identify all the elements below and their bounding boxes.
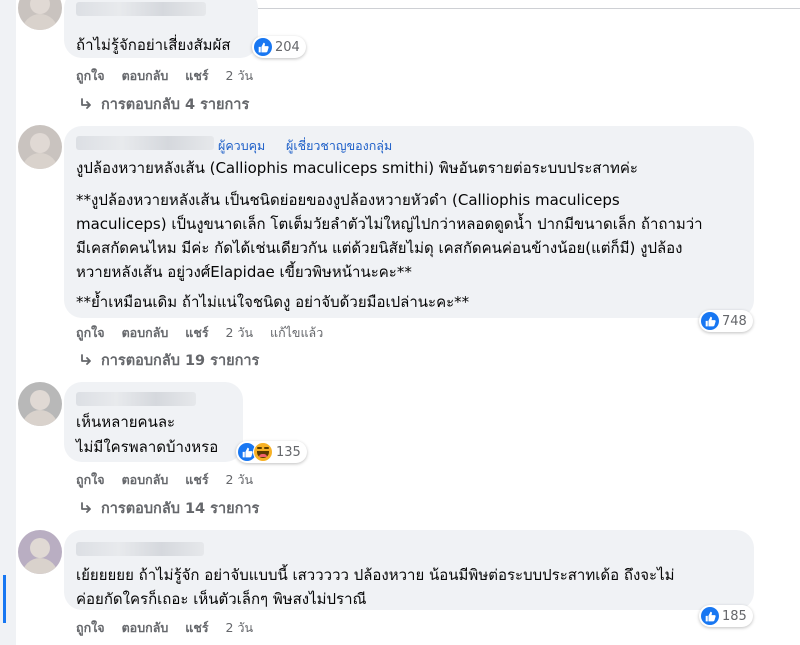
share-button[interactable]: แชร์	[185, 620, 208, 635]
author-name-blurred[interactable]	[76, 2, 206, 16]
timestamp[interactable]: 2 วัน	[226, 325, 254, 340]
avatar[interactable]	[18, 125, 62, 169]
reaction-summary[interactable]: 204	[252, 36, 306, 58]
scrollbar-accent[interactable]	[3, 575, 6, 623]
comment-text-line: เย้ยยยยย ถ้าไม่รู้จัก อย่าจับแบบนี้ เสวว…	[76, 566, 675, 584]
comment-text-line: หวายหลังเส้น อยู่วงศ์Elapidae เขี้ยวพิษห…	[76, 263, 412, 281]
haha-icon	[253, 442, 273, 462]
share-button[interactable]: แชร์	[185, 472, 208, 487]
moderator-badge[interactable]: ผู้ควบคุม	[218, 136, 265, 156]
like-button[interactable]: ถูกใจ	[76, 325, 105, 340]
author-name-blurred[interactable]	[76, 542, 204, 556]
left-panel-strip	[0, 0, 16, 645]
share-button[interactable]: แชร์	[185, 68, 208, 83]
reaction-summary[interactable]: 135	[236, 441, 307, 463]
comment-actions: ถูกใจ ตอบกลับ แชร์ 2 วัน แก้ไขแล้ว	[76, 323, 336, 343]
comment-text-line: เห็นหลายคนละ	[76, 413, 176, 431]
reply-button[interactable]: ตอบกลับ	[122, 620, 169, 635]
edited-label: แก้ไขแล้ว	[270, 325, 324, 340]
reaction-count: 185	[722, 608, 747, 624]
reply-arrow-icon	[81, 97, 91, 109]
comment-text-line: งูปล้องหวายหลังเส้น (Calliophis maculice…	[76, 159, 638, 177]
replies-label: การตอบกลับ 4 รายการ	[101, 97, 250, 113]
like-icon	[701, 607, 719, 625]
comment-text-line: maculiceps) เป็นงูขนาดเล็ก โตเต็มวัยลำตั…	[76, 215, 703, 233]
author-name-blurred[interactable]	[76, 392, 196, 406]
avatar[interactable]	[18, 530, 62, 574]
top-divider	[256, 0, 800, 9]
reaction-summary[interactable]: 748	[699, 310, 753, 332]
comment-text-line: ค่อยกัดใครก็เถอะ เห็นตัวเล็กๆ พิษสงไม่ปร…	[76, 590, 367, 608]
like-icon	[701, 312, 719, 330]
share-button[interactable]: แชร์	[185, 325, 208, 340]
replies-label: การตอบกลับ 19 รายการ	[101, 353, 260, 369]
reply-button[interactable]: ตอบกลับ	[122, 68, 169, 83]
reply-arrow-icon	[81, 353, 91, 365]
timestamp[interactable]: 2 วัน	[226, 68, 254, 83]
replies-label: การตอบกลับ 14 รายการ	[101, 501, 260, 517]
comment-text-line: มีเคสกัดคนไหม มีค่ะ กัดได้เช่นเดียวกัน แ…	[76, 239, 683, 257]
group-expert-badge[interactable]: ผู้เชี่ยวชาญของกลุ่ม	[286, 136, 392, 156]
avatar[interactable]	[18, 0, 62, 30]
reaction-count: 204	[275, 39, 300, 55]
view-replies-link[interactable]: การตอบกลับ 4 รายการ	[80, 93, 249, 116]
comment-text-line: ไม่มีใครพลาดบ้างหรอ	[76, 438, 219, 456]
reply-button[interactable]: ตอบกลับ	[122, 325, 169, 340]
reply-button[interactable]: ตอบกลับ	[122, 472, 169, 487]
like-button[interactable]: ถูกใจ	[76, 620, 105, 635]
reaction-count: 135	[276, 444, 301, 460]
reaction-count: 748	[722, 313, 747, 329]
avatar[interactable]	[18, 382, 62, 426]
timestamp[interactable]: 2 วัน	[226, 472, 254, 487]
comment-actions: ถูกใจ ตอบกลับ แชร์ 2 วัน	[76, 470, 266, 490]
timestamp[interactable]: 2 วัน	[226, 620, 254, 635]
reply-arrow-icon	[81, 501, 91, 513]
author-name-blurred[interactable]	[76, 136, 214, 150]
like-button[interactable]: ถูกใจ	[76, 472, 105, 487]
reaction-summary[interactable]: 185	[699, 605, 753, 627]
comment-actions: ถูกใจ ตอบกลับ แชร์ 2 วัน	[76, 66, 266, 86]
comment-text: ถ้าไม่รู้จักอย่าเสี่ยงสัมผัส	[76, 36, 231, 54]
view-replies-link[interactable]: การตอบกลับ 14 รายการ	[80, 497, 259, 520]
comment-text-line: **ย้ำเหมือนเดิม ถ้าไม่แน่ใจชนิดงู อย่าจั…	[76, 293, 470, 311]
comment-actions: ถูกใจ ตอบกลับ แชร์ 2 วัน	[76, 618, 266, 638]
like-button[interactable]: ถูกใจ	[76, 68, 105, 83]
view-replies-link[interactable]: การตอบกลับ 19 รายการ	[80, 349, 259, 372]
comment-text-line: **งูปล้องหวายหลังเส้น เป็นชนิดย่อยของงูป…	[76, 191, 620, 209]
like-icon	[254, 38, 272, 56]
